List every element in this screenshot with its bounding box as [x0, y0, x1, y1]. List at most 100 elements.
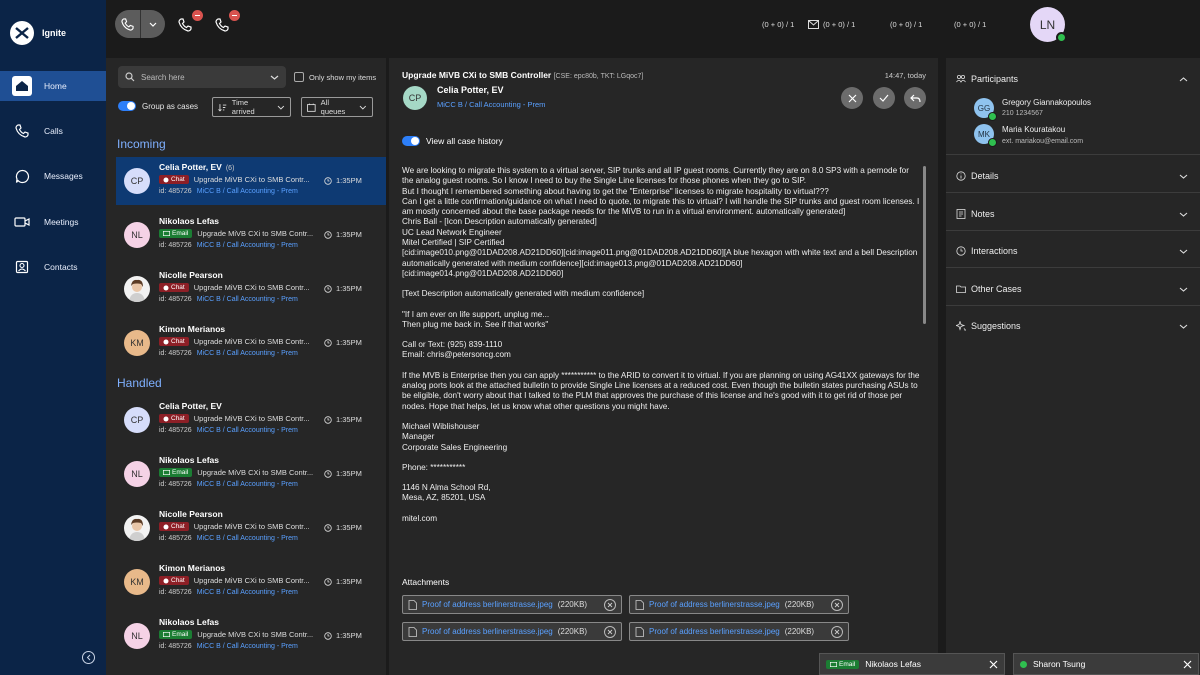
details-section-header[interactable]: Details — [956, 171, 1188, 181]
phone-call-button[interactable] — [115, 10, 140, 38]
call-options-dropdown[interactable] — [140, 10, 165, 38]
nav-item-contacts[interactable]: Contacts — [0, 252, 106, 282]
case-subject-row: Email Upgrade MiVB CXi to SMB Contr... — [159, 229, 313, 238]
group-as-cases-toggle[interactable]: Group as cases — [118, 101, 198, 111]
nav-item-home[interactable]: Home — [0, 71, 106, 101]
chat-icon — [163, 177, 169, 182]
nav-item-meetings[interactable]: Meetings — [0, 207, 106, 237]
contact-name: Celia Potter, EV (6) — [159, 162, 235, 172]
other-cases-section-header[interactable]: Other Cases — [956, 284, 1188, 294]
nav-item-calls[interactable]: Calls — [0, 116, 106, 146]
case-card[interactable]: Nicolle Pearson Chat Upgrade MiVB CXi to… — [116, 504, 386, 552]
nav-label: Calls — [44, 126, 63, 136]
email-session-chip[interactable]: Email Nikolaos Lefas — [819, 653, 1005, 675]
avatar — [124, 276, 150, 302]
message-paragraph: mitel.com — [402, 513, 438, 523]
only-mine-checkbox[interactable]: Only show my items — [294, 72, 376, 82]
case-subject-row: Chat Upgrade MiVB CXi to SMB Contr... — [159, 175, 310, 184]
case-card[interactable]: CP Celia Potter, EV Chat Upgrade MiVB CX… — [116, 396, 386, 444]
divider — [946, 267, 1200, 268]
case-card[interactable]: KM Kimon Merianos Chat Upgrade MiVB CXi … — [116, 319, 386, 367]
case-card[interactable]: Nicolle Pearson Chat Upgrade MiVB CXi to… — [116, 265, 386, 313]
only-mine-label: Only show my items — [309, 72, 377, 82]
case-subject: Upgrade MiVB CXi to SMB Contr... — [193, 522, 310, 531]
attachment-chip[interactable]: Proof of address berlinerstrasse.jpeg (22… — [402, 622, 622, 641]
photo-avatar-icon — [129, 518, 145, 541]
online-status-icon — [988, 138, 997, 147]
attachment-name: Proof of address berlinerstrasse.jpeg — [649, 627, 780, 636]
queue-filter-dropdown[interactable]: All queues — [301, 97, 373, 117]
info-icon — [956, 171, 966, 181]
remove-attachment-icon[interactable] — [831, 598, 843, 611]
folder-icon — [956, 285, 966, 293]
email-icon — [830, 661, 837, 667]
message-paragraph: "If I am ever on life support, unplug me… — [402, 309, 550, 329]
chevron-down-icon — [1179, 287, 1188, 292]
avatar: KM — [124, 330, 150, 356]
case-card[interactable]: NL Nikolaos Lefas Email Upgrade MiVB CXi… — [116, 612, 386, 660]
attachment-name: Proof of address berlinerstrasse.jpeg — [649, 600, 780, 609]
notes-icon — [956, 209, 966, 219]
chat-icon — [163, 524, 169, 529]
email-counter-value: (0 + 0) / 1 — [823, 20, 856, 29]
user-session-chip[interactable]: Sharon Tsung — [1013, 653, 1199, 675]
search-placeholder: Search here — [141, 72, 185, 82]
nav-item-messages[interactable]: Messages — [0, 161, 106, 191]
suggestions-section-header[interactable]: Suggestions — [956, 321, 1188, 331]
chevron-down-icon — [1179, 212, 1188, 217]
remove-attachment-icon[interactable] — [604, 598, 616, 611]
online-status-icon — [1056, 32, 1067, 43]
clock-icon — [324, 577, 332, 586]
email-badge: Email — [159, 229, 193, 238]
photo-avatar-icon — [129, 279, 145, 302]
case-card[interactable]: NL Nikolaos Lefas Email Upgrade MiVB CXi… — [116, 450, 386, 498]
sort-dropdown[interactable]: Time arrived — [212, 97, 291, 117]
interactions-section-header[interactable]: Interactions — [956, 246, 1188, 256]
case-card[interactable]: KM Kimon Merianos Chat Upgrade MiVB CXi … — [116, 558, 386, 606]
chevron-down-icon — [359, 105, 367, 110]
chat-icon — [163, 416, 169, 421]
case-list-panel: Search here Only show my items Group as … — [106, 58, 386, 675]
case-id: id: 485726 MiCC B / Call Accounting - Pre… — [159, 242, 298, 249]
chevron-down-icon — [1179, 174, 1188, 179]
attachment-chip[interactable]: Proof of address berlinerstrasse.jpeg (22… — [629, 595, 849, 614]
view-history-toggle[interactable]: View all case history — [402, 136, 503, 146]
attachment-chip[interactable]: Proof of address berlinerstrasse.jpeg (22… — [402, 595, 622, 614]
resolve-case-button[interactable] — [873, 87, 895, 109]
contact-name: Kimon Merianos — [159, 563, 226, 573]
arrival-time: 1:35PM — [324, 176, 362, 185]
attachment-chip[interactable]: Proof of address berlinerstrasse.jpeg (22… — [629, 622, 849, 641]
avatar: NL — [124, 623, 150, 649]
history-label: View all case history — [426, 136, 503, 146]
case-card[interactable]: NL Nikolaos Lefas Email Upgrade MiVB CXi… — [116, 211, 386, 259]
notes-section-header[interactable]: Notes — [956, 209, 1188, 219]
avatar: KM — [124, 569, 150, 595]
chat-icon — [163, 578, 169, 583]
remove-attachment-icon[interactable] — [831, 625, 843, 638]
queue-counter: (0 + 0) / 1 — [954, 20, 987, 29]
contact-name: Nikolaos Lefas — [159, 617, 219, 627]
contact-name: Celia Potter, EV — [159, 401, 222, 411]
avatar — [124, 515, 150, 541]
collapse-nav-button[interactable] — [82, 651, 95, 664]
missed-call-button[interactable] — [178, 10, 203, 36]
close-case-button[interactable] — [841, 87, 863, 109]
queue-link[interactable]: MiCC B / Call Accounting - Prem — [437, 100, 545, 109]
section-label: Interactions — [971, 246, 1018, 256]
remove-attachment-icon[interactable] — [604, 625, 616, 638]
user-avatar[interactable]: LN — [1030, 7, 1067, 43]
case-id: id: 485726 MiCC B / Call Accounting - Pre… — [159, 535, 298, 542]
transfer-case-button[interactable] — [904, 87, 926, 109]
missed-badge-icon — [229, 10, 240, 21]
case-card[interactable]: CP Celia Potter, EV (6) Chat Upgrade MiVB… — [116, 157, 386, 205]
case-id: id: 485726 MiCC B / Call Accounting - Pre… — [159, 589, 298, 596]
scrollbar[interactable] — [923, 166, 926, 324]
missed-call-button-2[interactable] — [215, 10, 240, 36]
contact-name: Celia Potter, EV — [437, 85, 504, 95]
attachment-name: Proof of address berlinerstrasse.jpeg — [422, 627, 553, 636]
case-id: id: 485726 MiCC B / Call Accounting - Pre… — [159, 188, 298, 195]
participants-section-header[interactable]: Participants — [956, 74, 1188, 84]
participant-name: Gregory Giannakopoulos — [1002, 98, 1091, 107]
message-paragraph: 1146 N Alma School Rd, Mesa, AZ, 85201, … — [402, 483, 491, 503]
search-input[interactable]: Search here — [118, 66, 286, 88]
